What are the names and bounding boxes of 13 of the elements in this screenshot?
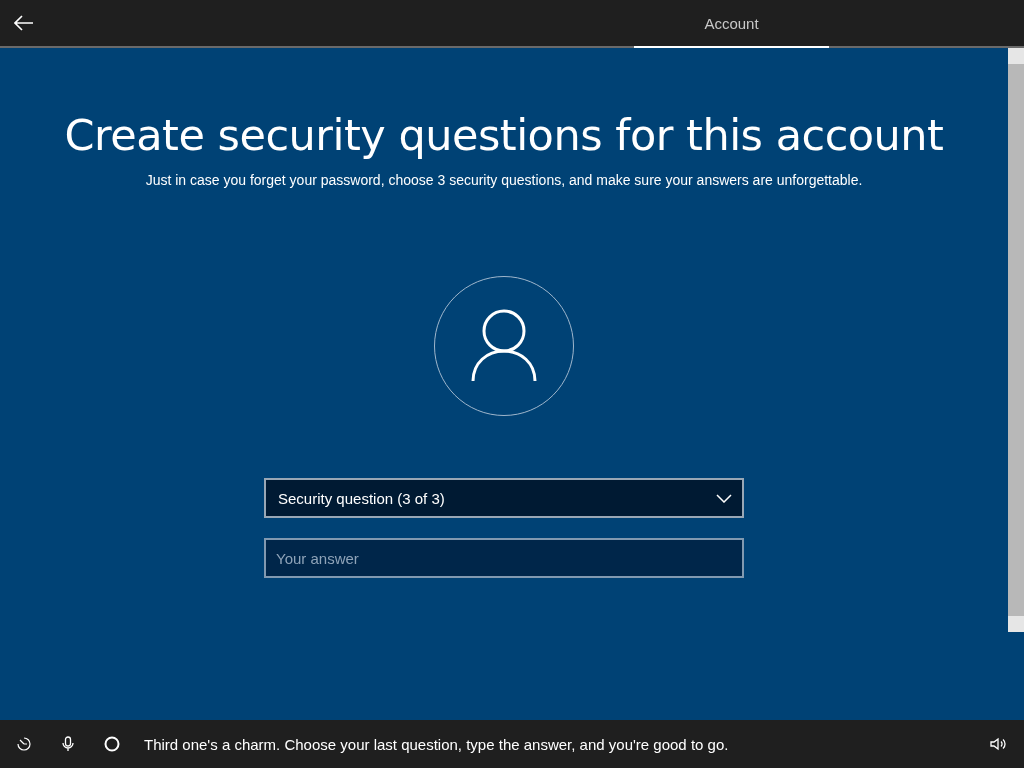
microphone-icon[interactable] <box>62 736 74 752</box>
circle-icon[interactable] <box>104 736 120 752</box>
speaker-icon[interactable] <box>990 737 1006 751</box>
back-arrow-icon[interactable] <box>14 15 34 31</box>
chevron-down-icon <box>716 493 732 503</box>
account-tab[interactable]: Account <box>634 0 829 48</box>
page-title: Create security questions for this account <box>64 110 944 160</box>
answer-field[interactable]: Your answer <box>264 538 744 578</box>
person-icon <box>471 309 537 383</box>
security-question-dropdown[interactable]: Security question (3 of 3) <box>264 478 744 518</box>
ease-of-access-icon[interactable] <box>16 736 32 752</box>
assistant-caption: Third one's a charm. Choose your last question, type the answer, and you're good to go. <box>144 735 729 753</box>
page-subtitle: Just in case you forget your password, choose 3 security questions, and make sure your answers are unforgettable. <box>145 172 863 188</box>
